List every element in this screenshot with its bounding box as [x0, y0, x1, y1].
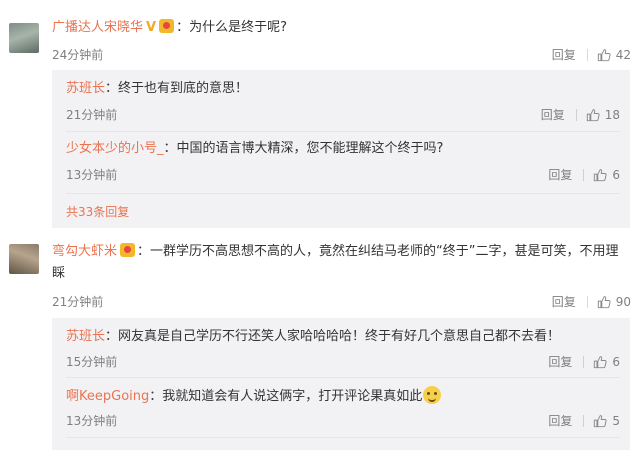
reply-item: 苏班长：网友真是自己学历不行还笑人家哈哈哈哈！终于有好几个意思自己都不去看！ 1… — [66, 318, 630, 378]
comment-text: 弯勾大虾米 ：一群学历不高思想不高的人，竟然在纠结马老师的“终于”二字，甚是可笑，… — [52, 243, 619, 281]
comment-text: 广播达人宋晓华 V ：为什么是终于呢? — [52, 17, 629, 39]
avatar[interactable] — [9, 23, 39, 53]
timestamp: 21分钟前 — [52, 295, 104, 309]
username-link[interactable]: 啊KeepGoing — [66, 389, 149, 404]
reply-button[interactable]: 回复 — [552, 293, 576, 310]
comment-body: 一群学历不高思想不高的人，竟然在纠结马老师的“终于”二字，甚是可笑，不用理 — [150, 244, 619, 259]
replies-panel: 苏班长：终于也有到底的意思！ 21分钟前 回复 18 少女本少的小号_：中国的语… — [52, 70, 630, 228]
thumbs-up-icon — [593, 355, 607, 369]
reply-text: 苏班长：网友真是自己学历不行还笑人家哈哈哈哈！终于有好几个意思自己都不去看！ — [66, 329, 561, 344]
reply-item: 苏班长：终于也有到底的意思！ 21分钟前 回复 18 — [66, 70, 630, 132]
like-button[interactable]: 6 — [593, 168, 620, 182]
like-button[interactable]: 6 — [593, 355, 620, 369]
reply-button[interactable]: 回复 — [552, 46, 576, 63]
thumbs-up-icon — [593, 414, 607, 428]
reply-divider — [66, 437, 620, 438]
username-link[interactable]: 少女本少的小号_ — [66, 141, 164, 156]
more-replies-link[interactable]: 共33条回复 — [66, 203, 129, 220]
reply-actions: 回复 6 — [548, 353, 620, 370]
like-count: 6 — [612, 354, 620, 369]
timestamp: 15分钟前 — [66, 355, 118, 369]
comment-item: 广播达人宋晓华 V ：为什么是终于呢? 24分钟前 回复 42 苏班长：终于也有到底… — [0, 0, 641, 228]
like-button[interactable]: 5 — [593, 414, 620, 428]
comment-body-continued: 睬 — [52, 266, 66, 281]
comment-actions: 回复 42 — [552, 46, 631, 63]
timestamp: 13分钟前 — [66, 414, 118, 428]
username-link[interactable]: 苏班长 — [66, 329, 105, 344]
like-button[interactable]: 18 — [586, 108, 620, 122]
comment-body: 为什么是终于呢? — [189, 20, 287, 35]
timestamp: 13分钟前 — [66, 168, 118, 182]
divider — [583, 168, 585, 181]
like-count: 6 — [612, 167, 620, 182]
reply-button[interactable]: 回复 — [548, 353, 572, 370]
comment-item: 弯勾大虾米 ：一群学历不高思想不高的人，竟然在纠结马老师的“终于”二字，甚是可笑，… — [0, 238, 641, 450]
divider — [583, 414, 585, 427]
reply-divider — [66, 193, 620, 194]
reply-text: 苏班长：终于也有到底的意思！ — [66, 81, 249, 96]
reply-button[interactable]: 回复 — [548, 412, 572, 429]
member-badge-icon — [159, 19, 175, 33]
avatar[interactable] — [9, 244, 39, 274]
reply-text: 少女本少的小号_：中国的语言博大精深，您不能理解这个终于吗? — [66, 141, 444, 156]
thumbs-up-icon — [586, 108, 600, 122]
reply-actions: 回复 6 — [548, 166, 620, 183]
divider — [583, 355, 585, 368]
like-count: 90 — [615, 294, 631, 309]
reply-button[interactable]: 回复 — [548, 166, 572, 183]
thumbs-up-icon — [593, 168, 607, 182]
smile-emoji-icon — [423, 386, 442, 404]
comment-actions: 回复 90 — [552, 293, 631, 310]
divider — [586, 295, 588, 308]
thumbs-up-icon — [597, 48, 611, 62]
divider — [586, 48, 588, 61]
username-link[interactable]: 弯勾大虾米 — [52, 244, 117, 259]
reply-text: 啊KeepGoing：我就知道会有人说这俩字，打开评论果真如此 — [66, 386, 442, 406]
like-count: 5 — [612, 413, 620, 428]
member-badge-icon — [120, 243, 136, 257]
like-button[interactable]: 42 — [597, 48, 631, 62]
reply-item: 少女本少的小号_：中国的语言博大精深，您不能理解这个终于吗? 13分钟前 回复 … — [66, 132, 630, 194]
like-count: 18 — [604, 107, 620, 122]
reply-actions: 回复 5 — [548, 412, 620, 429]
reply-item: 啊KeepGoing：我就知道会有人说这俩字，打开评论果真如此 13分钟前 回复… — [66, 378, 630, 438]
verified-v-icon: V — [146, 20, 157, 35]
thumbs-up-icon — [597, 295, 611, 309]
timestamp: 24分钟前 — [52, 48, 104, 62]
divider — [575, 108, 577, 121]
username-link[interactable]: 广播达人宋晓华 — [52, 20, 143, 35]
username-link[interactable]: 苏班长 — [66, 81, 105, 96]
replies-panel: 苏班长：网友真是自己学历不行还笑人家哈哈哈哈！终于有好几个意思自己都不去看！ 1… — [52, 318, 630, 450]
like-count: 42 — [615, 47, 631, 62]
timestamp: 21分钟前 — [66, 108, 118, 122]
reply-button[interactable]: 回复 — [541, 106, 565, 123]
reply-actions: 回复 18 — [541, 106, 620, 123]
like-button[interactable]: 90 — [597, 295, 631, 309]
